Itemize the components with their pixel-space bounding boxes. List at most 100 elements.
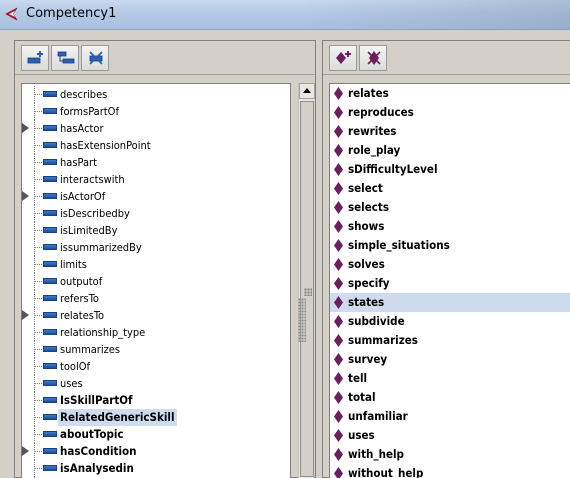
tree-item[interactable]: relatesTo	[22, 307, 290, 324]
tree-item[interactable]: interactswith	[22, 171, 290, 188]
tree-item[interactable]: summarizes	[22, 341, 290, 358]
tree-item[interactable]: IsSkillPartOf	[22, 392, 290, 409]
individual-diamond-icon	[334, 296, 343, 309]
tree-item[interactable]: limits	[22, 256, 290, 273]
individual-diamond-icon	[334, 467, 343, 478]
tree-item[interactable]: hasCondition	[22, 443, 290, 460]
individual-diamond-icon	[334, 125, 343, 138]
object-property-icon	[43, 397, 57, 403]
value-item[interactable]: total	[330, 388, 570, 407]
tree-item-label: hasPart	[60, 156, 97, 169]
tree-item-selected[interactable]: RelatedGenericSkill	[22, 409, 290, 426]
value-item[interactable]: uses	[330, 426, 570, 445]
expand-arrow-icon[interactable]	[22, 310, 29, 320]
values-list[interactable]: relates reproduces rewrites role_play sDiffi…	[329, 83, 570, 478]
expand-arrow-icon[interactable]	[22, 123, 29, 133]
tree-item[interactable]: issummarizedBy	[22, 239, 290, 256]
tree-item-label: describes	[60, 88, 108, 101]
value-item-label: simple_situations	[348, 238, 450, 252]
object-property-icon	[43, 210, 57, 216]
value-item[interactable]: unfamiliar	[330, 407, 570, 426]
expand-arrow-icon[interactable]	[22, 446, 29, 456]
tree-item-label: uses	[60, 377, 83, 390]
tree-item[interactable]: outputof	[22, 273, 290, 290]
tree-item-label: hasExtensionPoint	[60, 139, 151, 152]
protege-app-icon	[4, 6, 20, 22]
titlebar-background	[300, 0, 570, 30]
tree-item-label: hasActor	[60, 122, 104, 135]
expand-arrow-icon[interactable]	[22, 191, 29, 201]
window-titlebar[interactable]: Competency1	[0, 0, 570, 30]
tree-scrollbar[interactable]	[298, 83, 315, 478]
individual-diamond-icon	[334, 220, 343, 233]
value-item-label: states	[348, 295, 385, 309]
window-title: Competency1	[26, 6, 117, 21]
tree-item[interactable]: isDescribedby	[22, 205, 290, 222]
tree-item[interactable]: formsPartOf	[22, 103, 290, 120]
value-item-label: rewrites	[348, 124, 397, 138]
scroll-thumb[interactable]	[300, 101, 314, 477]
panel-splitter-handle[interactable]	[298, 298, 306, 342]
value-item[interactable]: shows	[330, 217, 570, 236]
add-value-button[interactable]	[329, 45, 357, 71]
scroll-up-button[interactable]	[299, 83, 315, 99]
tree-item[interactable]: relationship_type	[22, 324, 290, 341]
value-item[interactable]: selects	[330, 198, 570, 217]
object-property-icon	[43, 278, 57, 284]
value-item-label: select	[348, 181, 383, 195]
property-tree[interactable]: describes formsPartOf hasActor hasExtens…	[21, 83, 291, 478]
tree-item-label: formsPartOf	[60, 105, 119, 118]
tree-item-label: limits	[60, 258, 87, 271]
value-item[interactable]: rewrites	[330, 122, 570, 141]
tree-item[interactable]: describes	[22, 86, 290, 103]
remove-value-button[interactable]	[359, 45, 387, 71]
value-item[interactable]: with_help	[330, 445, 570, 464]
object-property-icon	[43, 431, 57, 437]
tree-item[interactable]: hasPart	[22, 154, 290, 171]
object-property-icon	[43, 414, 57, 420]
value-item-label: summarizes	[348, 333, 418, 347]
value-item-label: unfamiliar	[348, 409, 408, 423]
tree-item[interactable]: uses	[22, 375, 290, 392]
value-item-selected[interactable]: states	[330, 293, 570, 312]
value-item[interactable]: subdivide	[330, 312, 570, 331]
tree-item-label: outputof	[60, 275, 103, 288]
individual-diamond-icon	[334, 353, 343, 366]
value-item[interactable]: reproduces	[330, 103, 570, 122]
value-item[interactable]: simple_situations	[330, 236, 570, 255]
value-item-label: sDifficultyLevel	[348, 162, 438, 176]
tree-item[interactable]: refersTo	[22, 290, 290, 307]
individual-diamond-icon	[334, 429, 343, 442]
tree-item[interactable]: isActorOf	[22, 188, 290, 205]
value-item[interactable]: relates	[330, 84, 570, 103]
value-item[interactable]: sDifficultyLevel	[330, 160, 570, 179]
value-item[interactable]: tell	[330, 369, 570, 388]
object-property-icon	[43, 363, 57, 369]
values-panel: relates reproduces rewrites role_play sDiffi…	[322, 40, 570, 478]
object-property-icon	[43, 125, 57, 131]
value-item-label: solves	[348, 257, 385, 271]
value-item-label: specify	[348, 276, 390, 290]
tree-item[interactable]: toolOf	[22, 358, 290, 375]
add-subproperty-child-button[interactable]	[51, 45, 79, 71]
value-item[interactable]: specify	[330, 274, 570, 293]
individual-diamond-icon	[334, 258, 343, 271]
value-item[interactable]: select	[330, 179, 570, 198]
tree-item-label: aboutTopic	[60, 427, 124, 441]
delete-property-button[interactable]	[81, 45, 109, 71]
tree-item[interactable]: hasExtensionPoint	[22, 137, 290, 154]
value-item[interactable]: survey	[330, 350, 570, 369]
tree-item[interactable]: isLimitedBy	[22, 222, 290, 239]
tree-item-label: summarizes	[60, 343, 121, 356]
value-item[interactable]: without_help	[330, 464, 570, 478]
tree-item[interactable]: aboutTopic	[22, 426, 290, 443]
object-property-icon	[43, 261, 57, 267]
value-item[interactable]: solves	[330, 255, 570, 274]
value-item[interactable]: summarizes	[330, 331, 570, 350]
add-subproperty-button[interactable]	[21, 45, 49, 71]
tree-item-label: issummarizedBy	[60, 241, 142, 254]
tree-item[interactable]: hasActor	[22, 120, 290, 137]
tree-item[interactable]: isAnalysedin	[22, 460, 290, 477]
value-item[interactable]: role_play	[330, 141, 570, 160]
tree-item-label: RelatedGenericSkill	[58, 409, 177, 426]
